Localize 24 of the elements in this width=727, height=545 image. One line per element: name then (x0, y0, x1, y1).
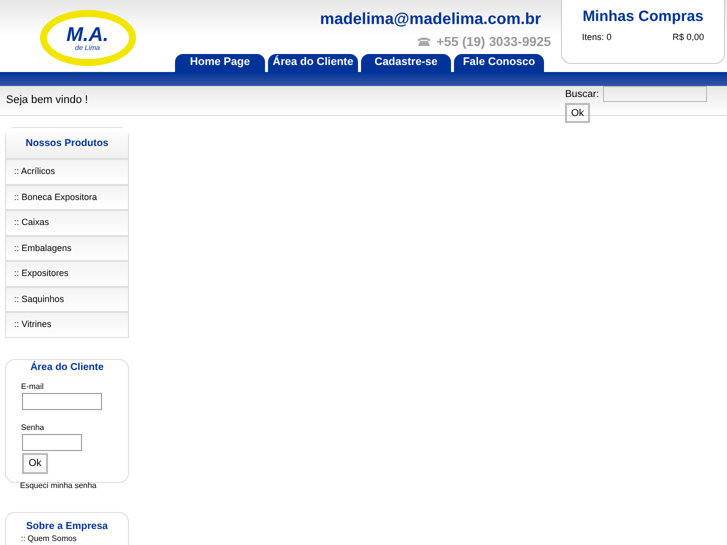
nav-tab[interactable]: Área do Cliente (268, 54, 358, 72)
nav-tab[interactable]: Fale Conosco (454, 54, 544, 72)
forgot-password-link[interactable]: Esqueci minha senha (20, 480, 129, 492)
password-label: Senha (21, 422, 46, 434)
search-field[interactable] (603, 86, 707, 102)
email-label: E-mail (21, 380, 45, 392)
nav-tab[interactable]: Cadastre-se (361, 54, 451, 72)
panel-title: Sobre a Empresa (26, 520, 108, 534)
cart-total: R$ 0,00 (672, 30, 704, 44)
email-text: madelima@madelima.com.br (320, 10, 541, 30)
password-field[interactable] (22, 434, 82, 450)
email-field[interactable] (22, 392, 102, 410)
search-button[interactable]: Ok (565, 103, 590, 123)
phone-text: +55 (19) 3033-9925 (416, 32, 551, 52)
cart-items: Itens: 0 (582, 30, 612, 44)
search-label: Buscar: (565, 88, 599, 102)
panel-title: Área do Cliente (30, 360, 104, 374)
panel-title: Nossos Produtos (6, 128, 128, 158)
nav-tab[interactable]: Home Page (175, 54, 265, 72)
cart-title: Minhas Compras (582, 7, 704, 27)
about-link[interactable]: :: Quem Somos (21, 534, 77, 544)
phone-icon (416, 36, 432, 48)
login-button[interactable]: Ok (22, 452, 48, 474)
welcome-text: Seja bem vindo ! (6, 93, 88, 108)
